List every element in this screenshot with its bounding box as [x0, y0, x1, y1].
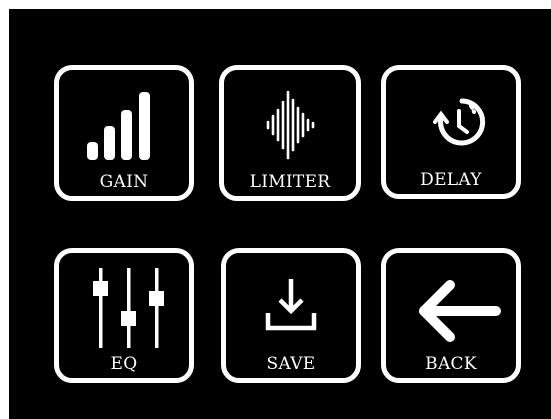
save-label: SAVE — [266, 354, 316, 374]
back-label: BACK — [425, 354, 477, 374]
eq-button[interactable]: EQ — [54, 248, 194, 383]
delay-button[interactable]: DELAY — [381, 65, 521, 199]
limiter-label: LIMITER — [249, 172, 331, 192]
back-button[interactable]: BACK — [381, 248, 521, 383]
delay-label: DELAY — [420, 170, 482, 190]
eq-label: EQ — [110, 354, 138, 374]
save-button[interactable]: SAVE — [221, 248, 361, 383]
gain-label: GAIN — [99, 172, 149, 192]
limiter-button[interactable]: LIMITER — [219, 65, 361, 201]
menu-screen: GAIN LIMITER DELAY EQ SAVE BACK — [9, 9, 551, 419]
gain-button[interactable]: GAIN — [54, 65, 194, 201]
